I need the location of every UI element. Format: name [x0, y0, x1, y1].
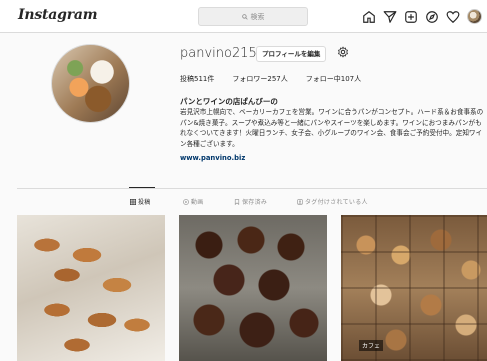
profile-avatar-small[interactable]	[467, 9, 482, 24]
instagram-logo[interactable]: Instagram	[18, 7, 98, 23]
followers-count[interactable]: フォロワー257人	[232, 74, 287, 84]
profile-stats: 投稿511件 フォロワー257人 フォロー中107人	[180, 74, 361, 84]
video-icon	[183, 198, 189, 205]
profile-username: panvino215	[180, 46, 257, 61]
direct-message-icon[interactable]	[383, 10, 397, 24]
edit-profile-button[interactable]: プロフィールを編集	[256, 46, 327, 62]
tab-label: タグ付けされている人	[305, 199, 368, 206]
tab-tagged[interactable]: タグ付けされている人	[297, 197, 368, 206]
tab-label: 保存済み	[242, 199, 268, 206]
activity-heart-icon[interactable]	[446, 10, 460, 24]
tab-label: 投稿	[138, 199, 151, 206]
tag-icon	[297, 198, 303, 205]
search-input[interactable]: 検索	[198, 7, 308, 26]
search-icon	[241, 13, 248, 20]
bio-text: 岩見沢市上幌向で、ベーカリーカフェを営業。ワインに合うパンがコンセプト。ハード系…	[180, 108, 484, 148]
website-link[interactable]: www.panvino.biz	[180, 154, 245, 162]
tab-saved[interactable]: 保存済み	[234, 197, 267, 206]
post-thumbnail-bakery-shelf[interactable]: カフェ	[341, 215, 487, 361]
tabs-divider	[17, 188, 487, 189]
settings-gear-icon[interactable]	[337, 46, 349, 58]
tab-posts[interactable]: 投稿	[130, 197, 151, 206]
grid-icon	[130, 198, 136, 205]
bio-name: パンとワインの店ぱんびーの	[180, 97, 278, 106]
post-thumbnail-croissants[interactable]	[17, 215, 165, 361]
tab-videos[interactable]: 動画	[183, 197, 204, 206]
search-placeholder: 検索	[250, 12, 265, 21]
posts-count: 投稿511件	[180, 75, 215, 83]
photo-sign-text: カフェ	[359, 340, 384, 351]
new-post-icon[interactable]	[404, 10, 418, 24]
top-navbar: Instagram 検索	[0, 0, 487, 33]
profile-picture[interactable]	[51, 44, 130, 123]
following-count[interactable]: フォロー中107人	[306, 74, 361, 84]
bookmark-icon	[234, 198, 240, 205]
active-tab-indicator	[129, 187, 155, 188]
explore-icon[interactable]	[425, 10, 439, 24]
tab-label: 動画	[191, 199, 204, 206]
home-icon[interactable]	[362, 10, 376, 24]
profile-tabs: 投稿 動画 保存済み タグ付けされている人	[0, 197, 487, 209]
post-thumbnail-canneles[interactable]	[179, 215, 327, 361]
